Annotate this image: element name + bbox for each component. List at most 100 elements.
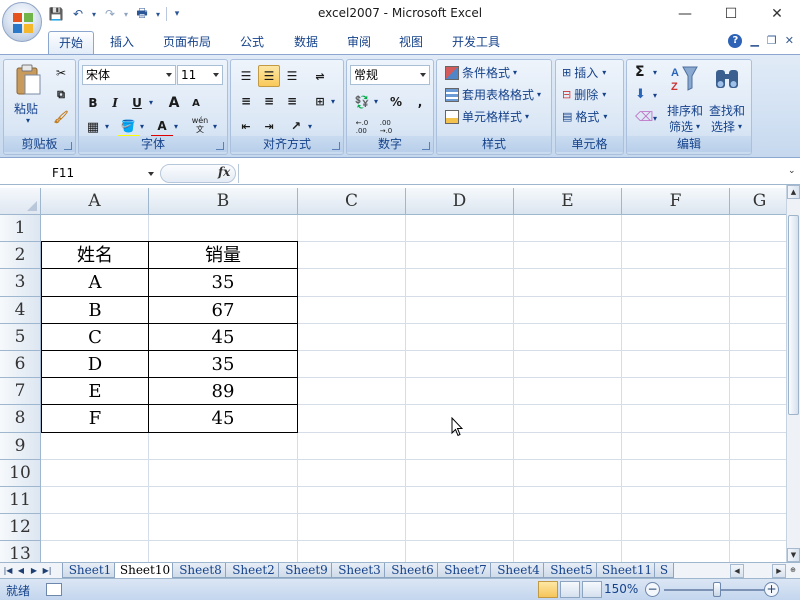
insert-cells-button[interactable]: ⊞ 插入 ▾ — [562, 64, 606, 81]
font-launcher-icon[interactable] — [216, 142, 224, 150]
orientation-dropdown-icon[interactable]: ▾ — [308, 122, 312, 131]
find-select-label-2[interactable]: 选择 ▾ — [711, 118, 742, 135]
shrink-font-button[interactable]: A — [185, 92, 207, 114]
scroll-up-icon[interactable]: ▲ — [787, 185, 800, 199]
scroll-left-icon[interactable]: ◀ — [730, 564, 744, 578]
sheet-tab-sheet1[interactable]: Sheet1 — [62, 563, 118, 578]
table-cell[interactable]: A — [41, 268, 149, 297]
row-header-1[interactable]: 1 — [0, 215, 41, 243]
number-format-select[interactable]: 常规 — [350, 65, 430, 85]
underline-button[interactable]: U — [126, 92, 148, 114]
paste-dropdown-icon[interactable]: ▾ — [26, 116, 30, 125]
format-as-table-button[interactable]: 套用表格格式 ▾ — [445, 86, 541, 103]
delete-cells-button[interactable]: ⊟ 删除 ▾ — [562, 86, 606, 103]
sheet-tab-s[interactable]: S — [654, 563, 674, 578]
accounting-format-icon[interactable]: 💱 — [351, 91, 373, 113]
sheet-tab-sheet9[interactable]: Sheet9 — [278, 563, 335, 578]
tab-page-layout[interactable]: 页面布局 — [153, 31, 221, 54]
column-header-c[interactable]: C — [298, 188, 406, 215]
tab-insert[interactable]: 插入 — [100, 31, 144, 54]
ribbon-restore-icon[interactable]: ❐ — [767, 34, 777, 48]
table-cell[interactable]: D — [41, 350, 149, 379]
sort-filter-label-2[interactable]: 筛选 ▾ — [669, 118, 700, 135]
sheet-tab-sheet10[interactable]: Sheet10 — [114, 563, 176, 579]
sheet-tab-sheet4[interactable]: Sheet4 — [490, 563, 547, 578]
sheet-tab-sheet5[interactable]: Sheet5 — [543, 563, 600, 578]
decrease-indent-icon[interactable]: ⇤ — [235, 115, 257, 137]
find-select-label-1[interactable]: 查找和 — [709, 102, 745, 119]
table-cell[interactable]: 45 — [148, 404, 298, 433]
scroll-right-icon[interactable]: ▶ — [772, 564, 786, 578]
conditional-format-button[interactable]: 条件格式 ▾ — [445, 64, 517, 81]
phonetic-guide-icon[interactable]: wén 文 — [189, 114, 211, 136]
table-header-cell[interactable]: 姓名 — [41, 241, 149, 270]
name-box[interactable]: F11 — [0, 163, 158, 184]
new-sheet-icon[interactable]: ⊕ — [786, 564, 800, 578]
vertical-scroll-thumb[interactable] — [788, 215, 799, 415]
wrap-text-icon[interactable]: ⇌ — [309, 65, 331, 87]
align-left-icon[interactable]: ≡ — [235, 90, 257, 112]
sheet-tab-sheet2[interactable]: Sheet2 — [225, 563, 282, 578]
sheet-tab-sheet7[interactable]: Sheet7 — [437, 563, 494, 578]
sheet-tab-sheet3[interactable]: Sheet3 — [331, 563, 388, 578]
bold-button[interactable]: B — [82, 92, 104, 114]
minimize-button[interactable]: — — [662, 0, 708, 28]
font-size-dropdown-icon[interactable] — [213, 73, 219, 77]
font-name-select[interactable]: 宋体 — [82, 65, 176, 85]
row-header-11[interactable]: 11 — [0, 487, 41, 515]
increase-decimal-button[interactable]: ←.0 .00 — [351, 116, 373, 138]
row-header-5[interactable]: 5 — [0, 323, 41, 351]
next-sheet-icon[interactable]: ▶ — [28, 564, 40, 577]
accounting-dropdown-icon[interactable]: ▾ — [374, 97, 378, 106]
row-header-2[interactable]: 2 — [0, 242, 41, 270]
table-cell[interactable]: 67 — [148, 295, 298, 324]
row-header-3[interactable]: 3 — [0, 269, 41, 297]
table-cell[interactable]: 89 — [148, 377, 298, 406]
tab-home[interactable]: 开始 — [48, 31, 95, 54]
clear-dropdown-icon[interactable]: ▾ — [653, 114, 657, 123]
name-box-dropdown-icon[interactable] — [148, 172, 154, 176]
fill-color-icon[interactable]: 🪣 — [117, 116, 139, 138]
alignment-launcher-icon[interactable] — [332, 142, 340, 150]
cell-styles-button[interactable]: 单元格样式 ▾ — [445, 108, 529, 125]
zoom-slider-thumb[interactable] — [713, 582, 721, 597]
ribbon-minimize-icon[interactable]: ▁ — [750, 34, 758, 48]
ribbon-close-icon[interactable]: ✕ — [785, 34, 794, 48]
font-color-dropdown-icon[interactable]: ▾ — [174, 122, 178, 131]
horizontal-scrollbar[interactable]: ◀ ▶ ⊕ — [730, 564, 800, 578]
fill-icon[interactable]: ⬇ — [635, 87, 646, 102]
underline-dropdown-icon[interactable]: ▾ — [149, 98, 153, 107]
table-cell[interactable]: 35 — [148, 350, 298, 379]
select-all-button[interactable] — [0, 188, 41, 215]
sheet-tab-sheet11[interactable]: Sheet11 — [596, 563, 658, 578]
fill-color-dropdown-icon[interactable]: ▾ — [140, 122, 144, 131]
increase-indent-icon[interactable]: ⇥ — [258, 115, 280, 137]
font-name-dropdown-icon[interactable] — [166, 73, 172, 77]
percent-style-button[interactable]: % — [385, 91, 407, 113]
format-painter-icon[interactable]: 🖌 — [50, 106, 72, 128]
page-break-view-icon[interactable] — [582, 581, 602, 598]
zoom-level[interactable]: 150% — [604, 582, 638, 596]
phonetic-dropdown-icon[interactable]: ▾ — [213, 122, 217, 131]
row-header-9[interactable]: 9 — [0, 432, 41, 460]
maximize-button[interactable]: ☐ — [708, 0, 754, 28]
prev-sheet-icon[interactable]: ◀ — [15, 564, 27, 577]
row-header-7[interactable]: 7 — [0, 378, 41, 406]
formula-input[interactable] — [238, 164, 786, 183]
align-top-icon[interactable]: ☰ — [235, 65, 257, 87]
paste-icon[interactable] — [14, 64, 42, 96]
expand-formula-bar-icon[interactable]: ⌄ — [788, 166, 798, 180]
borders-dropdown-icon[interactable]: ▾ — [105, 122, 109, 131]
tab-review[interactable]: 审阅 — [337, 31, 381, 54]
align-bottom-icon[interactable]: ☰ — [281, 65, 303, 87]
font-size-select[interactable]: 11 — [177, 65, 223, 85]
tab-data[interactable]: 数据 — [284, 31, 328, 54]
macro-record-icon[interactable] — [46, 583, 62, 596]
close-button[interactable]: ✕ — [754, 0, 800, 28]
first-sheet-icon[interactable]: |◀ — [2, 564, 14, 577]
cell-area[interactable]: 姓名 销量 A 35 B 67 C 45 D 35 E 89 F 45 — [41, 215, 786, 562]
borders-icon[interactable]: ▦ — [82, 116, 104, 138]
grow-font-button[interactable]: A — [163, 92, 185, 114]
copy-icon[interactable]: ⧉ — [50, 84, 72, 106]
row-header-10[interactable]: 10 — [0, 459, 41, 487]
